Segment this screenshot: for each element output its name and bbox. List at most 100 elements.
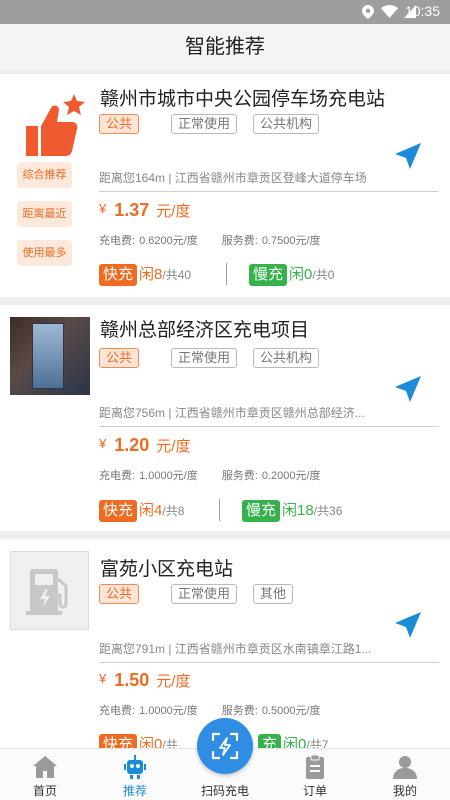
price-unit: 元/度 <box>156 438 191 455</box>
price-unit: 元/度 <box>156 673 191 690</box>
charge-fee-label: 充电费: <box>99 470 136 482</box>
tab-label: 推荐 <box>122 784 147 798</box>
price: ¥1.20 元/度 <box>99 435 190 456</box>
tab-label: 我的 <box>392 784 417 798</box>
chip-status: 正常使用 <box>171 348 238 368</box>
station-card[interactable]: 综合推荐 距离最近 使用最多 赣州市城市中央公园停车场充电站 公共 正常使用 公… <box>0 74 450 297</box>
tab-label: 扫码充电 <box>200 784 249 798</box>
fast-idle: 闲0 <box>139 736 163 748</box>
navigate-icon[interactable] <box>394 375 422 403</box>
fast-total: /共 <box>162 738 178 748</box>
side-tag-comprehensive[interactable]: 综合推荐 <box>17 162 72 188</box>
scan-bolt-icon <box>211 732 239 760</box>
slow-idle: 闲0 <box>283 736 307 748</box>
slow-charge-tag: 慢充 <box>242 500 281 522</box>
charging-pump-icon <box>26 569 68 615</box>
service-fee-label: 服务费: <box>221 470 258 482</box>
tab-home[interactable]: 首页 <box>0 749 90 800</box>
fast-charge-info: 快充 闲4/共8 <box>99 499 184 522</box>
price-unit: 元/度 <box>156 203 191 220</box>
charge-fee-label: 充电费: <box>99 705 136 717</box>
station-address: 距离您756m | 江西省赣州市章贡区赣州总部经济... <box>99 404 439 427</box>
location-icon <box>362 5 374 19</box>
currency-symbol: ¥ <box>99 671 107 686</box>
scan-charge-button[interactable] <box>197 718 253 774</box>
station-card[interactable]: 赣州总部经济区充电项目 公共 正常使用 公共机构 距离您756m | 江西省赣州… <box>0 305 450 531</box>
slow-idle: 闲18 <box>282 502 314 519</box>
fee-row: 充电费: 1.0000元/度 服务费: 0.5000元/度 <box>99 702 325 718</box>
fast-charge-tag: 快充 <box>99 264 138 286</box>
station-name[interactable]: 富苑小区充电站 <box>100 554 233 581</box>
fast-total: /共40 <box>162 268 192 282</box>
slow-charge-tag: 充 <box>258 734 282 748</box>
status-time: 10:35 <box>404 3 440 19</box>
price-value: 1.50 <box>114 670 150 690</box>
chip-category: 其他 <box>253 584 294 604</box>
divider <box>219 499 220 521</box>
charge-fee-value: 1.0000元/度 <box>139 705 198 717</box>
fee-row: 充电费: 0.6200元/度 服务费: 0.7500元/度 <box>99 232 325 248</box>
charge-fee-value: 0.6200元/度 <box>139 235 198 247</box>
service-fee-label: 服务费: <box>221 705 258 717</box>
navigate-icon[interactable] <box>394 142 422 170</box>
slow-charge-info: 慢充 闲18/共36 <box>242 499 342 522</box>
station-placeholder-image <box>10 551 89 630</box>
tab-recommend[interactable]: 推荐 <box>90 749 180 800</box>
slow-charge-info: 充闲0/共7 <box>258 733 328 748</box>
slow-total: /共36 <box>313 504 343 518</box>
fast-charge-tag: 快充 <box>99 500 138 522</box>
service-fee-value: 0.2000元/度 <box>261 470 321 482</box>
thumbs-up-icon <box>26 94 85 156</box>
chip-category: 公共机构 <box>253 114 320 134</box>
service-fee-value: 0.7500元/度 <box>261 235 321 247</box>
fast-total: /共8 <box>162 504 185 518</box>
slow-idle: 闲0 <box>289 266 313 283</box>
user-icon <box>393 756 417 779</box>
station-card[interactable]: 富苑小区充电站 公共 正常使用 其他 距离您791m | 江西省赣州市章贡区水南… <box>0 539 450 748</box>
tab-orders[interactable]: 订单 <box>270 749 360 800</box>
station-name[interactable]: 赣州市城市中央公园停车场充电站 <box>100 84 385 111</box>
divider <box>226 263 227 285</box>
currency-symbol: ¥ <box>99 201 107 216</box>
station-name[interactable]: 赣州总部经济区充电项目 <box>100 315 309 342</box>
price-value: 1.37 <box>114 200 150 220</box>
station-address: 距离您791m | 江西省赣州市章贡区水南镇章江路1... <box>99 640 439 663</box>
side-tag-nearest[interactable]: 距离最近 <box>17 201 72 227</box>
service-fee-label: 服务费: <box>221 235 258 247</box>
fast-charge-tag: 快充 <box>99 734 138 748</box>
slow-total: /共7 <box>306 738 329 748</box>
price: ¥1.37 元/度 <box>99 200 190 221</box>
slow-total: /共0 <box>312 268 335 282</box>
home-icon <box>33 756 57 778</box>
tab-label: 首页 <box>32 784 57 798</box>
fast-charge-info: 快充 闲0/共 <box>99 733 178 748</box>
station-photo <box>10 317 90 395</box>
price: ¥1.50 元/度 <box>99 670 190 691</box>
chip-status: 正常使用 <box>171 584 238 604</box>
page-title: 智能推荐 <box>0 24 450 70</box>
slow-charge-info: 慢充 闲0/共0 <box>249 263 334 286</box>
chip-category: 公共机构 <box>253 348 320 368</box>
wifi-icon <box>381 5 398 18</box>
status-bar: 10:35 <box>0 0 450 24</box>
station-address: 距离您164m | 江西省赣州市章贡区登峰大道停车场 <box>99 169 439 192</box>
chip-public: 公共 <box>99 114 140 134</box>
service-fee-value: 0.5000元/度 <box>261 705 321 717</box>
tab-mine[interactable]: 我的 <box>360 749 450 800</box>
side-tag-most-used[interactable]: 使用最多 <box>17 240 72 266</box>
charge-fee-label: 充电费: <box>99 235 136 247</box>
fast-charge-info: 快充 闲8/共40 <box>99 263 191 286</box>
chip-public: 公共 <box>99 348 140 368</box>
fast-idle: 闲4 <box>139 502 163 519</box>
price-value: 1.20 <box>114 435 150 455</box>
fee-row: 充电费: 1.0000元/度 服务费: 0.2000元/度 <box>99 467 325 483</box>
chip-public: 公共 <box>99 584 140 604</box>
fast-idle: 闲8 <box>139 266 163 283</box>
chip-status: 正常使用 <box>171 114 238 134</box>
robot-icon <box>124 755 146 779</box>
slow-charge-tag: 慢充 <box>249 264 288 286</box>
clipboard-icon <box>306 754 324 779</box>
currency-symbol: ¥ <box>99 436 107 451</box>
navigate-icon[interactable] <box>394 611 422 639</box>
tab-label: 订单 <box>302 784 327 798</box>
